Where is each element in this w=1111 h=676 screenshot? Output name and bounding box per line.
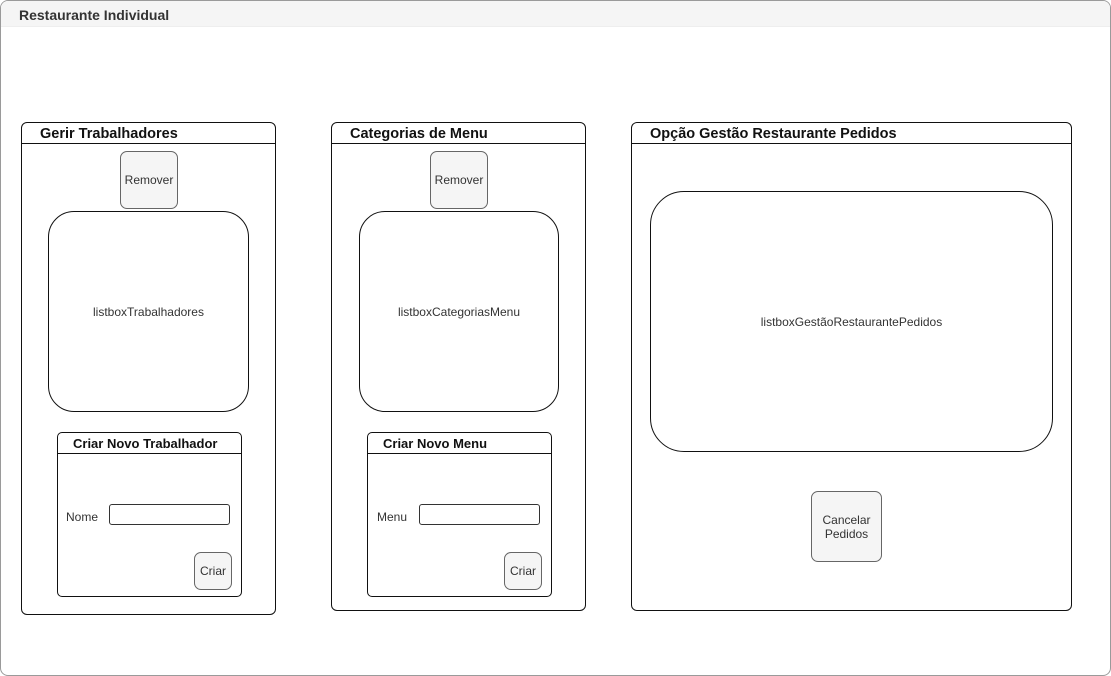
window-titlebar: Restaurante Individual (1, 1, 1110, 27)
create-menu-panel: Criar Novo Menu Menu Criar (367, 432, 552, 597)
remove-menu-button[interactable]: Remover (430, 151, 488, 209)
window-title: Restaurante Individual (19, 7, 170, 23)
cancel-orders-button[interactable]: Cancelar Pedidos (811, 491, 882, 562)
orders-listbox-label: listboxGestãoRestaurantePedidos (760, 314, 943, 329)
workers-panel-title: Gerir Trabalhadores (40, 126, 178, 142)
menu-panel: Categorias de Menu Remover listboxCatego… (331, 122, 586, 611)
workers-listbox[interactable]: listboxTrabalhadores (48, 211, 249, 412)
create-menu-header: Criar Novo Menu (368, 433, 551, 454)
menu-name-label: Menu (377, 510, 408, 524)
menu-panel-title: Categorias de Menu (350, 126, 488, 142)
main-window: Restaurante Individual Gerir Trabalhador… (0, 0, 1111, 676)
create-worker-header: Criar Novo Trabalhador (58, 433, 241, 454)
menu-categories-listbox-label: listboxCategoriasMenu (397, 304, 521, 319)
create-menu-button[interactable]: Criar (504, 552, 542, 590)
create-worker-panel: Criar Novo Trabalhador Nome Criar (57, 432, 242, 597)
worker-name-input[interactable] (109, 504, 230, 525)
workers-panel-header: Gerir Trabalhadores (22, 123, 275, 144)
remove-worker-button[interactable]: Remover (120, 151, 178, 209)
worker-name-label: Nome (66, 510, 99, 524)
orders-panel: Opção Gestão Restaurante Pedidos listbox… (631, 122, 1072, 611)
create-worker-button[interactable]: Criar (194, 552, 232, 590)
workers-panel: Gerir Trabalhadores Remover listboxTraba… (21, 122, 276, 615)
orders-listbox[interactable]: listboxGestãoRestaurantePedidos (650, 191, 1053, 452)
menu-categories-listbox[interactable]: listboxCategoriasMenu (359, 211, 559, 412)
orders-panel-title: Opção Gestão Restaurante Pedidos (650, 126, 897, 142)
create-menu-title: Criar Novo Menu (383, 436, 488, 451)
workers-listbox-label: listboxTrabalhadores (93, 304, 204, 319)
menu-name-input[interactable] (419, 504, 540, 525)
menu-panel-header: Categorias de Menu (332, 123, 585, 144)
create-worker-title: Criar Novo Trabalhador (73, 436, 218, 451)
orders-panel-header: Opção Gestão Restaurante Pedidos (632, 123, 1071, 144)
